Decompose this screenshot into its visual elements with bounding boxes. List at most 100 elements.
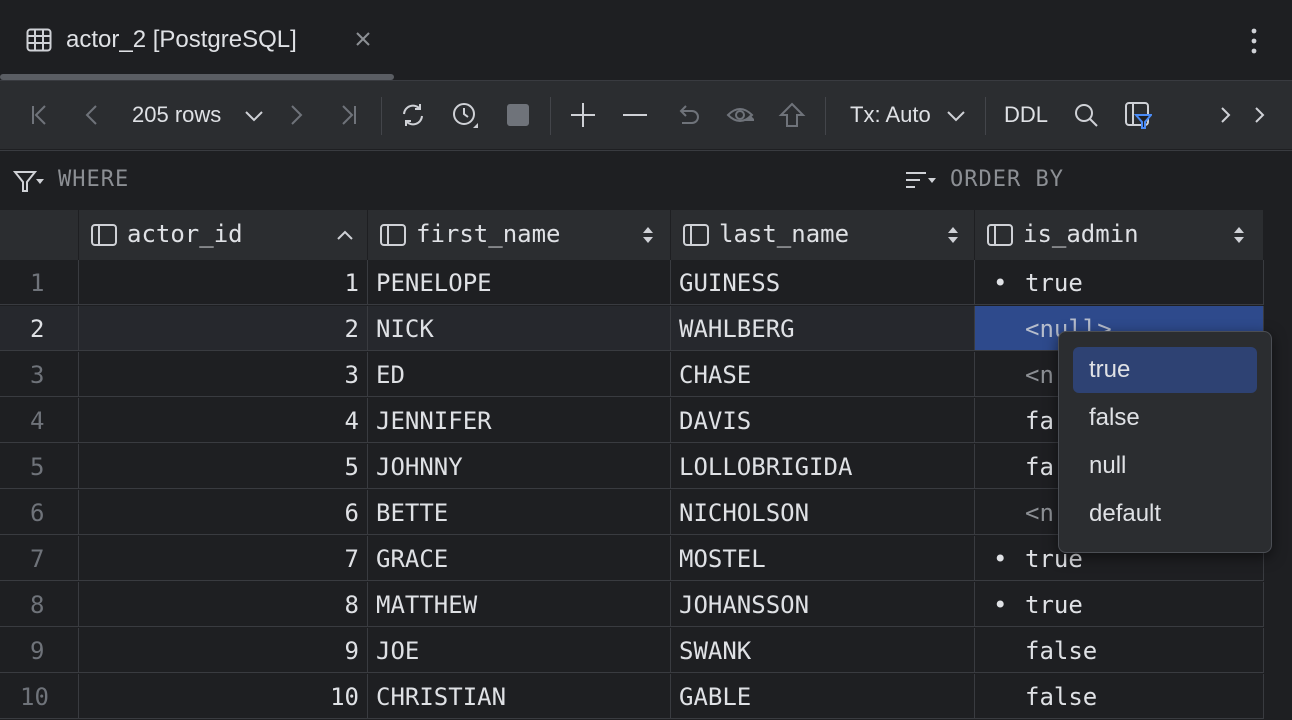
column-header-is-admin[interactable]: is_admin xyxy=(975,210,1264,260)
chevron-down-icon[interactable] xyxy=(942,101,970,129)
revert-icon[interactable] xyxy=(674,101,702,129)
last-page-icon[interactable] xyxy=(334,101,362,129)
order-by-input[interactable]: ORDER BY xyxy=(950,167,1064,192)
sort-ascending-icon[interactable] xyxy=(335,224,355,246)
filter-icon[interactable] xyxy=(12,167,44,195)
cell-actor-id[interactable]: 6 xyxy=(79,490,368,535)
option-default[interactable]: default xyxy=(1073,491,1257,537)
tab-actor-2[interactable]: actor_2 [PostgreSQL] xyxy=(0,0,394,80)
submit-icon[interactable] xyxy=(778,101,806,129)
sort-icon[interactable] xyxy=(1229,224,1249,246)
cell-last-name[interactable]: GUINESS xyxy=(671,260,975,305)
cell-is-admin[interactable]: •true xyxy=(975,260,1264,305)
option-true[interactable]: true xyxy=(1073,347,1257,393)
table-row[interactable]: 9 9 JOE SWANK false xyxy=(0,628,1264,674)
divider xyxy=(985,97,986,135)
refresh-icon[interactable] xyxy=(399,101,427,129)
column-icon xyxy=(380,224,406,246)
search-icon[interactable] xyxy=(1072,101,1100,129)
row-number: 9 xyxy=(0,628,79,673)
cell-actor-id[interactable]: 4 xyxy=(79,398,368,443)
chevron-down-icon[interactable] xyxy=(240,101,268,129)
cell-last-name[interactable]: NICHOLSON xyxy=(671,490,975,535)
column-header-first-name[interactable]: first_name xyxy=(368,210,671,260)
row-number: 2 xyxy=(0,306,79,351)
sort-icon[interactable] xyxy=(904,167,936,195)
close-icon[interactable] xyxy=(352,28,374,50)
cell-first-name[interactable]: NICK xyxy=(368,306,671,351)
cell-first-name[interactable]: JOHNNY xyxy=(368,444,671,489)
rows-count[interactable]: 205 rows xyxy=(132,101,221,129)
value-dropdown: true false null default xyxy=(1058,331,1272,553)
cell-actor-id[interactable]: 8 xyxy=(79,582,368,627)
divider xyxy=(825,97,826,135)
column-header-actor-id[interactable]: actor_id xyxy=(79,210,368,260)
cell-actor-id[interactable]: 10 xyxy=(79,674,368,719)
divider xyxy=(550,97,551,135)
cell-actor-id[interactable]: 1 xyxy=(79,260,368,305)
cell-first-name[interactable]: MATTHEW xyxy=(368,582,671,627)
cell-first-name[interactable]: BETTE xyxy=(368,490,671,535)
chevron-right-icon[interactable] xyxy=(1212,101,1240,129)
cell-is-admin[interactable]: false xyxy=(975,628,1264,673)
cell-last-name[interactable]: WAHLBERG xyxy=(671,306,975,351)
cell-first-name[interactable]: JOE xyxy=(368,628,671,673)
cell-last-name[interactable]: LOLLOBRIGIDA xyxy=(671,444,975,489)
cell-last-name[interactable]: JOHANSSON xyxy=(671,582,975,627)
cell-actor-id[interactable]: 3 xyxy=(79,352,368,397)
cell-last-name[interactable]: DAVIS xyxy=(671,398,975,443)
table-row[interactable]: 1 1 PENELOPE GUINESS •true xyxy=(0,260,1264,306)
option-null[interactable]: null xyxy=(1073,443,1257,489)
tab-bar: actor_2 [PostgreSQL] xyxy=(0,0,1292,80)
cell-is-admin[interactable]: •true xyxy=(975,582,1264,627)
cell-last-name[interactable]: GABLE xyxy=(671,674,975,719)
cell-last-name[interactable]: CHASE xyxy=(671,352,975,397)
row-number: 4 xyxy=(0,398,79,443)
preview-changes-icon[interactable] xyxy=(726,101,754,129)
cell-first-name[interactable]: ED xyxy=(368,352,671,397)
modified-bullet-icon: • xyxy=(993,582,1007,627)
row-number: 8 xyxy=(0,582,79,627)
cell-is-admin[interactable]: false xyxy=(975,674,1264,719)
where-filter-input[interactable]: WHERE xyxy=(58,167,129,192)
delete-row-icon[interactable] xyxy=(621,101,649,129)
row-number: 10 xyxy=(0,674,79,719)
column-label: actor_id xyxy=(127,220,243,248)
cell-first-name[interactable]: GRACE xyxy=(368,536,671,581)
table-row[interactable]: 10 10 CHRISTIAN GABLE false xyxy=(0,674,1264,720)
column-label: first_name xyxy=(416,220,561,248)
cell-actor-id[interactable]: 5 xyxy=(79,444,368,489)
cell-actor-id[interactable]: 7 xyxy=(79,536,368,581)
toolbar: 205 rows Tx: Auto DDL xyxy=(0,81,1292,149)
cell-actor-id[interactable]: 2 xyxy=(79,306,368,351)
sort-icon[interactable] xyxy=(638,224,658,246)
cell-first-name[interactable]: PENELOPE xyxy=(368,260,671,305)
tab-title: actor_2 [PostgreSQL] xyxy=(66,26,297,54)
previous-page-icon[interactable] xyxy=(78,101,106,129)
column-icon xyxy=(91,224,117,246)
first-page-icon[interactable] xyxy=(26,101,54,129)
cell-last-name[interactable]: SWANK xyxy=(671,628,975,673)
row-number: 5 xyxy=(0,444,79,489)
add-row-icon[interactable] xyxy=(569,101,597,129)
next-page-icon[interactable] xyxy=(282,101,310,129)
stop-icon[interactable] xyxy=(504,101,532,129)
history-icon[interactable] xyxy=(451,101,479,129)
table-row[interactable]: 8 8 MATTHEW JOHANSSON •true xyxy=(0,582,1264,628)
column-icon xyxy=(683,224,709,246)
cell-first-name[interactable]: CHRISTIAN xyxy=(368,674,671,719)
cell-last-name[interactable]: MOSTEL xyxy=(671,536,975,581)
transaction-mode[interactable]: Tx: Auto xyxy=(850,101,931,129)
filter-panel-icon[interactable] xyxy=(1124,101,1152,129)
option-false[interactable]: false xyxy=(1073,395,1257,441)
column-header-last-name[interactable]: last_name xyxy=(671,210,975,260)
chevron-right-icon[interactable] xyxy=(1246,101,1274,129)
row-number: 3 xyxy=(0,352,79,397)
sort-icon[interactable] xyxy=(943,224,963,246)
ddl-button[interactable]: DDL xyxy=(1004,101,1048,129)
cell-actor-id[interactable]: 9 xyxy=(79,628,368,673)
table-icon xyxy=(26,28,52,52)
column-label: is_admin xyxy=(1023,220,1139,248)
cell-first-name[interactable]: JENNIFER xyxy=(368,398,671,443)
more-vertical-icon[interactable] xyxy=(1240,26,1268,56)
